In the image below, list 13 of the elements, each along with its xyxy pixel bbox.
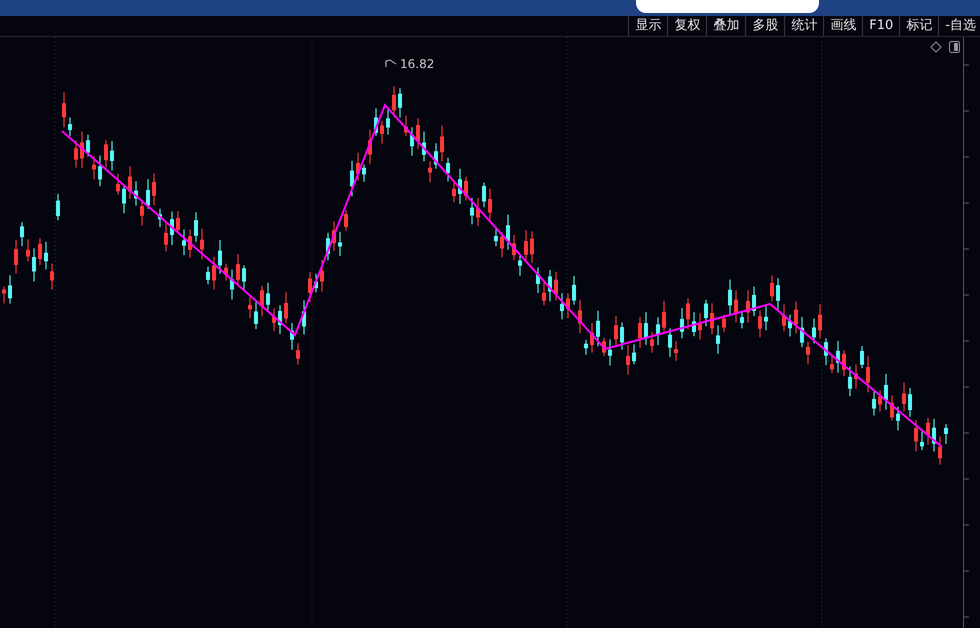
toolbar-button[interactable]: 标记 (899, 16, 938, 36)
panel-toggle-icon[interactable] (949, 41, 960, 53)
toolbar-button[interactable]: 画线 (823, 16, 862, 36)
toolbar-button[interactable]: 多股 (745, 16, 784, 36)
toolbar-button[interactable]: F10 (862, 16, 900, 36)
high-price-label: 16.82 (400, 57, 434, 71)
toolbar-button[interactable]: -自选 (938, 16, 980, 36)
toolbar-button[interactable]: 复权 (667, 16, 706, 36)
toolbar-button[interactable]: 显示 (628, 16, 668, 36)
diamond-icon[interactable] (930, 41, 942, 53)
toolbar-button[interactable]: 叠加 (706, 16, 746, 36)
toolbar-button[interactable]: 统计 (784, 16, 824, 36)
flag-icon (386, 59, 396, 68)
